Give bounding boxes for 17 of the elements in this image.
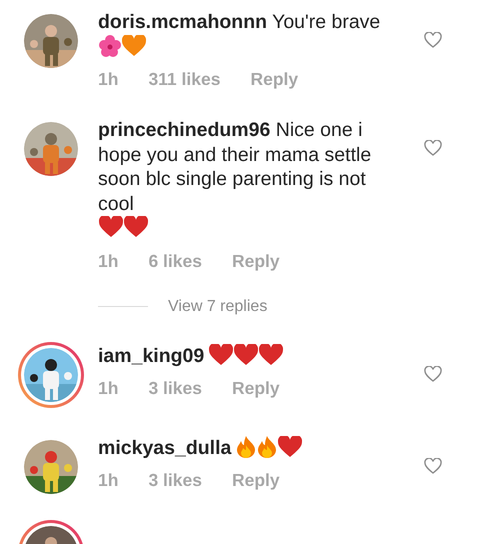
likes-count[interactable]: 6 likes <box>148 250 202 272</box>
comment-text: mickyas_dulla <box>98 436 232 460</box>
reply-button[interactable]: Reply <box>232 250 280 272</box>
reply-button[interactable]: Reply <box>232 470 280 491</box>
comment-text: princechinedum96 Nice one i hope you and their mama settle soon blc single parenting is not cool <box>98 118 372 216</box>
reply-button[interactable]: Reply <box>232 378 280 399</box>
comment-text: doris.mcmahonnn You're brave <box>98 10 380 34</box>
view-replies-link[interactable]: View 7 replies <box>168 298 268 316</box>
comment-text: iam_king09 <box>98 344 204 368</box>
likes-count[interactable]: 311 likes <box>148 69 220 90</box>
comment-time: 1h <box>98 470 118 491</box>
reply-button[interactable]: Reply <box>250 69 298 90</box>
comment-time: 1h <box>98 250 118 272</box>
comment-time: 1h <box>98 378 118 399</box>
comment-time: 1h <box>98 69 118 90</box>
likes-count[interactable]: 3 likes <box>148 378 202 399</box>
likes-count[interactable]: 3 likes <box>148 470 202 491</box>
